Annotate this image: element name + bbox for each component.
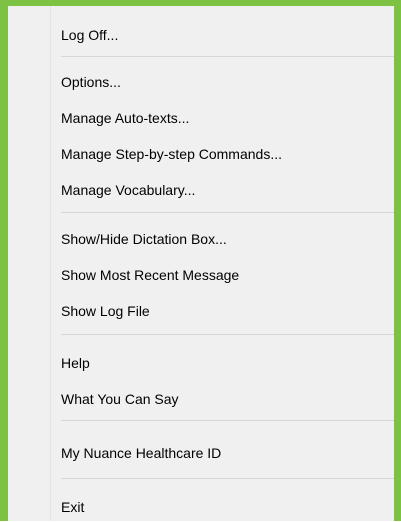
menu-item-label: Exit: [61, 499, 85, 515]
menu-item-my-nuance-healthcare-id[interactable]: My Nuance Healthcare ID: [8, 438, 394, 468]
menu-item-label: What You Can Say: [61, 391, 179, 407]
menu-separator: [61, 334, 394, 335]
menu-separator: [61, 420, 394, 421]
menu-separator: [61, 478, 394, 479]
menu-item-what-you-can-say[interactable]: What You Can Say: [8, 384, 394, 414]
menu-item-show-hide-dictation-box[interactable]: Show/Hide Dictation Box...: [8, 224, 394, 254]
menu-item-label: Manage Step-by-step Commands...: [61, 146, 282, 162]
menu-item-manage-auto-texts[interactable]: Manage Auto-texts...: [8, 103, 394, 133]
highlight-border: Log Off... Options... Manage Auto-texts.…: [0, 0, 401, 521]
menu-item-label: Show Log File: [61, 303, 150, 319]
menu-item-label: Help: [61, 355, 90, 371]
menu-item-show-log-file[interactable]: Show Log File: [8, 296, 394, 326]
menu-item-exit[interactable]: Exit: [8, 492, 394, 522]
menu-item-label: Show/Hide Dictation Box...: [61, 231, 227, 247]
menu-separator: [61, 56, 394, 57]
menu-item-label: Manage Vocabulary...: [61, 182, 196, 198]
menu-item-log-off[interactable]: Log Off...: [8, 20, 394, 50]
menu-item-show-most-recent-message[interactable]: Show Most Recent Message: [8, 260, 394, 290]
menu-item-label: Show Most Recent Message: [61, 267, 240, 283]
menu-item-label: Manage Auto-texts...: [61, 110, 190, 126]
menu-item-manage-vocabulary[interactable]: Manage Vocabulary...: [8, 175, 394, 205]
menu-separator: [61, 212, 394, 213]
menu-item-label: My Nuance Healthcare ID: [61, 445, 222, 461]
menu-item-help[interactable]: Help: [8, 348, 394, 378]
menu-item-label: Log Off...: [61, 27, 119, 43]
menu-item-options[interactable]: Options...: [8, 67, 394, 97]
menu-item-label: Options...: [61, 74, 121, 90]
context-menu: Log Off... Options... Manage Auto-texts.…: [8, 6, 394, 521]
menu-item-manage-step-by-step-commands[interactable]: Manage Step-by-step Commands...: [8, 139, 394, 169]
